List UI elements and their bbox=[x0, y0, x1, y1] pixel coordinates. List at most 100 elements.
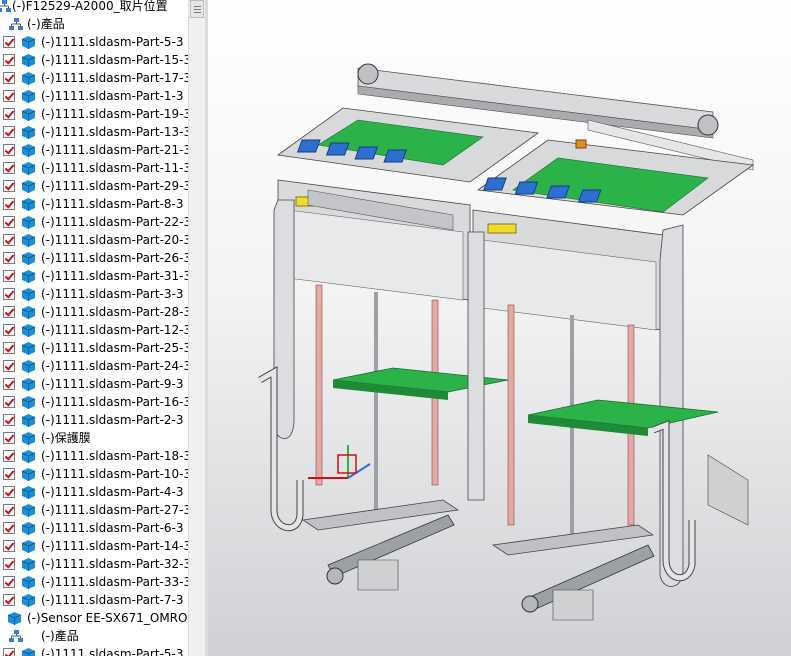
checkbox[interactable] bbox=[3, 54, 15, 66]
tree-group-product[interactable]: (-)產品 bbox=[0, 15, 188, 33]
tree-item[interactable]: (-)1111.sldasm-Part-27-3 bbox=[0, 501, 188, 519]
part-cube-icon bbox=[21, 270, 36, 283]
tree-item-label: (-)1111.sldasm-Part-33-3 bbox=[41, 575, 188, 589]
tree-item[interactable]: (-)1111.sldasm-Part-2-3 bbox=[0, 411, 188, 429]
checkbox[interactable] bbox=[3, 162, 15, 174]
tree-item[interactable]: (-)1111.sldasm-Part-33-3 bbox=[0, 573, 188, 591]
tree-item[interactable]: (-)1111.sldasm-Part-25-3 bbox=[0, 339, 188, 357]
checkbox[interactable] bbox=[3, 36, 15, 48]
tree-item-last[interactable]: (-)1111.sldasm-Part-5-3 bbox=[0, 645, 188, 656]
checkbox[interactable] bbox=[3, 198, 15, 210]
checkbox[interactable] bbox=[3, 522, 15, 534]
tree-item[interactable]: (-)1111.sldasm-Part-8-3 bbox=[0, 195, 188, 213]
tree-item-label: (-)1111.sldasm-Part-22-3 bbox=[41, 215, 188, 229]
tree-item[interactable]: (-)1111.sldasm-Part-19-3 bbox=[0, 105, 188, 123]
tree-group-label: (-)產品 bbox=[41, 629, 79, 643]
tree-item[interactable]: (-)1111.sldasm-Part-18-3 bbox=[0, 447, 188, 465]
checkbox[interactable] bbox=[3, 648, 15, 656]
tree-item[interactable]: (-)1111.sldasm-Part-14-3 bbox=[0, 537, 188, 555]
checkbox[interactable] bbox=[3, 108, 15, 120]
checkbox[interactable] bbox=[3, 504, 15, 516]
checkbox[interactable] bbox=[3, 270, 15, 282]
tree-item[interactable]: (-)1111.sldasm-Part-4-3 bbox=[0, 483, 188, 501]
tree-item[interactable]: (-)1111.sldasm-Part-12-3 bbox=[0, 321, 188, 339]
tree-item[interactable]: (-)1111.sldasm-Part-22-3 bbox=[0, 213, 188, 231]
checkbox[interactable] bbox=[3, 378, 15, 390]
tree-item[interactable]: (-)保護膜 bbox=[0, 429, 188, 447]
tree-item-label: (-)1111.sldasm-Part-14-3 bbox=[41, 539, 188, 553]
part-cube-icon bbox=[21, 396, 36, 409]
checkbox[interactable] bbox=[3, 540, 15, 552]
tree-item[interactable]: (-)1111.sldasm-Part-13-3 bbox=[0, 123, 188, 141]
checkbox[interactable] bbox=[3, 72, 15, 84]
tree-item-label: (-)1111.sldasm-Part-25-3 bbox=[41, 341, 188, 355]
checkbox[interactable] bbox=[3, 450, 15, 462]
part-cube-icon bbox=[21, 540, 36, 553]
tree-item-label: (-)1111.sldasm-Part-9-3 bbox=[41, 377, 184, 391]
checkbox[interactable] bbox=[3, 396, 15, 408]
tree-group-product-2[interactable]: (-)產品 bbox=[0, 627, 188, 645]
tree-item[interactable]: (-)1111.sldasm-Part-26-3 bbox=[0, 249, 188, 267]
checkbox[interactable] bbox=[3, 342, 15, 354]
checkbox[interactable] bbox=[3, 234, 15, 246]
tree-item-label: (-)Sensor EE-SX671_OMRON_3 bbox=[27, 611, 188, 625]
tree-item-label: (-)1111.sldasm-Part-5-3 bbox=[41, 647, 184, 656]
checkbox[interactable] bbox=[3, 594, 15, 606]
checkbox[interactable] bbox=[3, 216, 15, 228]
tree-item[interactable]: (-)1111.sldasm-Part-7-3 bbox=[0, 591, 188, 609]
tree-item[interactable]: (-)1111.sldasm-Part-11-3 bbox=[0, 159, 188, 177]
tree-item-label: (-)1111.sldasm-Part-12-3 bbox=[41, 323, 188, 337]
tree-item[interactable]: (-)1111.sldasm-Part-10-3 bbox=[0, 465, 188, 483]
tree-item[interactable]: (-)1111.sldasm-Part-17-3 bbox=[0, 69, 188, 87]
tree-item[interactable]: (-)1111.sldasm-Part-16-3 bbox=[0, 393, 188, 411]
part-cube-icon bbox=[21, 324, 36, 337]
tree-item-label: (-)1111.sldasm-Part-17-3 bbox=[41, 71, 188, 85]
checkbox[interactable] bbox=[3, 486, 15, 498]
tree-item[interactable]: (-)1111.sldasm-Part-15-3 bbox=[0, 51, 188, 69]
tree-item[interactable]: (-)1111.sldasm-Part-29-3 bbox=[0, 177, 188, 195]
checkbox[interactable] bbox=[3, 306, 15, 318]
tree-item[interactable]: (-)1111.sldasm-Part-28-3 bbox=[0, 303, 188, 321]
tree-item-label: (-)1111.sldasm-Part-2-3 bbox=[41, 413, 184, 427]
tree-item-label: (-)1111.sldasm-Part-11-3 bbox=[41, 161, 188, 175]
checkbox[interactable] bbox=[3, 144, 15, 156]
tree-item[interactable]: (-)1111.sldasm-Part-1-3 bbox=[0, 87, 188, 105]
tree-scrollbar[interactable] bbox=[188, 0, 206, 656]
tree-item[interactable]: (-)1111.sldasm-Part-24-3 bbox=[0, 357, 188, 375]
tree-item-label: (-)1111.sldasm-Part-16-3 bbox=[41, 395, 188, 409]
tree-item[interactable]: (-)1111.sldasm-Part-20-3 bbox=[0, 231, 188, 249]
tree-item[interactable]: (-)1111.sldasm-Part-32-3 bbox=[0, 555, 188, 573]
part-cube-icon bbox=[21, 144, 36, 157]
scrollbar-thumb[interactable] bbox=[190, 0, 204, 18]
checkbox[interactable] bbox=[3, 558, 15, 570]
checkbox[interactable] bbox=[3, 468, 15, 480]
tree-item-sensor[interactable]: (-)Sensor EE-SX671_OMRON_3 bbox=[0, 609, 188, 627]
tree-item[interactable]: (-)1111.sldasm-Part-5-3 bbox=[0, 33, 188, 51]
checkbox[interactable] bbox=[3, 90, 15, 102]
part-cube-icon bbox=[21, 360, 36, 373]
part-cube-icon bbox=[21, 414, 36, 427]
checkbox[interactable] bbox=[3, 288, 15, 300]
checkbox[interactable] bbox=[3, 324, 15, 336]
tree-item[interactable]: (-)1111.sldasm-Part-9-3 bbox=[0, 375, 188, 393]
tree-item-label: (-)1111.sldasm-Part-32-3 bbox=[41, 557, 188, 571]
checkbox[interactable] bbox=[3, 576, 15, 588]
part-cube-icon bbox=[21, 450, 36, 463]
part-cube-icon bbox=[21, 576, 36, 589]
checkbox[interactable] bbox=[3, 432, 15, 444]
tree-item-label: (-)1111.sldasm-Part-3-3 bbox=[41, 287, 184, 301]
tree-item[interactable]: (-)1111.sldasm-Part-21-3 bbox=[0, 141, 188, 159]
checkbox[interactable] bbox=[3, 252, 15, 264]
tree-item[interactable]: (-)1111.sldasm-Part-3-3 bbox=[0, 285, 188, 303]
tree-item-label: (-)1111.sldasm-Part-31-3 bbox=[41, 269, 188, 283]
checkbox[interactable] bbox=[3, 414, 15, 426]
checkbox[interactable] bbox=[3, 180, 15, 192]
tree-root[interactable]: (-)F12529-A2000_取片位置 bbox=[0, 0, 188, 15]
tree-item-label: (-)1111.sldasm-Part-27-3 bbox=[41, 503, 188, 517]
graphics-viewport[interactable] bbox=[208, 0, 791, 656]
checkbox[interactable] bbox=[3, 126, 15, 138]
checkbox[interactable] bbox=[3, 360, 15, 372]
tree-item[interactable]: (-)1111.sldasm-Part-6-3 bbox=[0, 519, 188, 537]
tree-item[interactable]: (-)1111.sldasm-Part-31-3 bbox=[0, 267, 188, 285]
part-cube-icon bbox=[21, 108, 36, 121]
